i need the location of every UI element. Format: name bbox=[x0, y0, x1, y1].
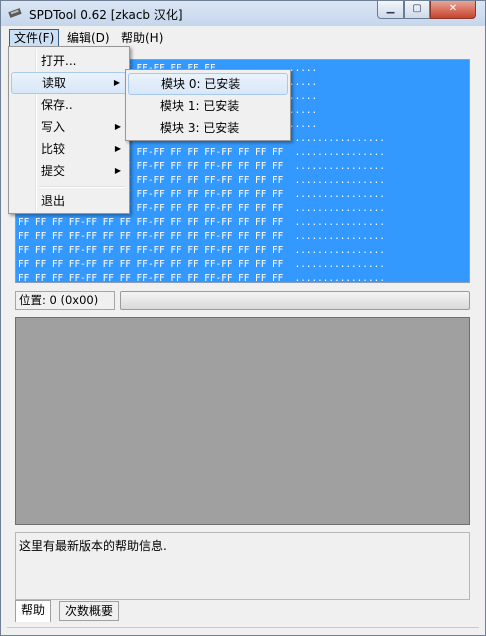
tab-summary[interactable]: 次数概要 bbox=[59, 601, 120, 621]
menu-submit[interactable]: 提交 ▶ bbox=[11, 160, 127, 182]
menu-open[interactable]: 打开... bbox=[11, 50, 127, 72]
close-button[interactable]: ✕ bbox=[430, 1, 476, 19]
menu-save[interactable]: 保存.. bbox=[11, 94, 127, 116]
submenu-module-0-label: 模块 0: 已安装 bbox=[161, 77, 241, 91]
menu-save-label: 保存.. bbox=[41, 98, 73, 112]
submenu-module-3-label: 模块 3: 已安装 bbox=[160, 121, 240, 135]
hex-row: FF FF FF FF-FF FF FF FF-FF FF FF FF-FF F… bbox=[18, 273, 385, 283]
maximize-icon: ▢ bbox=[412, 3, 422, 14]
window-title: SPDTool 0.62 [zkacb 汉化] bbox=[29, 8, 183, 22]
position-readout: 位置: 0 (0x00) bbox=[15, 291, 115, 310]
menu-exit-label: 退出 bbox=[41, 194, 66, 208]
menu-exit[interactable]: 退出 bbox=[11, 190, 127, 212]
hex-row: FF FF FF FF-FF FF FF FF-FF FF FF FF-FF F… bbox=[18, 259, 385, 270]
submenu-arrow-icon: ▶ bbox=[113, 78, 120, 87]
submenu-arrow-icon: ▶ bbox=[114, 166, 121, 175]
app-icon bbox=[8, 8, 22, 18]
menu-read-label: 读取 bbox=[42, 76, 67, 90]
hex-row: FF FF FF FF-FF FF FF FF-FF FF FF FF-FF F… bbox=[18, 231, 385, 242]
menu-compare[interactable]: 比较 ▶ bbox=[11, 138, 127, 160]
menu-write[interactable]: 写入 ▶ bbox=[11, 116, 127, 138]
menu-bar: 文件(F) 编辑(D) 帮助(H) bbox=[7, 28, 479, 48]
read-submenu: 模块 0: 已安装 模块 1: 已安装 模块 3: 已安装 bbox=[125, 69, 291, 141]
submenu-arrow-icon: ▶ bbox=[114, 122, 121, 131]
submenu-arrow-icon: ▶ bbox=[114, 144, 121, 153]
menu-submit-label: 提交 bbox=[41, 164, 66, 178]
submenu-module-3[interactable]: 模块 3: 已安装 bbox=[128, 117, 288, 139]
menu-edit[interactable]: 编辑(D) bbox=[63, 30, 114, 47]
submenu-module-1-label: 模块 1: 已安装 bbox=[160, 99, 240, 113]
divider bbox=[7, 627, 479, 628]
menu-write-label: 写入 bbox=[41, 120, 66, 134]
help-text: 这里有最新版本的帮助信息. bbox=[19, 539, 167, 553]
tab-help[interactable]: 帮助 bbox=[15, 600, 52, 622]
menu-separator bbox=[39, 186, 125, 188]
menu-compare-label: 比较 bbox=[41, 142, 66, 156]
output-area bbox=[15, 317, 470, 525]
submenu-module-1[interactable]: 模块 1: 已安装 bbox=[128, 95, 288, 117]
menu-open-label: 打开... bbox=[41, 54, 77, 68]
hex-row: FF FF FF FF-FF FF FF FF-FF FF FF FF-FF F… bbox=[18, 245, 385, 256]
progress-bar bbox=[120, 291, 470, 310]
file-menu: 打开... 读取 ▶ 保存.. 写入 ▶ 比较 ▶ 提交 ▶ 退出 bbox=[8, 46, 130, 214]
submenu-module-0[interactable]: 模块 0: 已安装 bbox=[128, 73, 288, 95]
menu-help[interactable]: 帮助(H) bbox=[117, 30, 167, 47]
close-icon: ✕ bbox=[448, 3, 458, 14]
minimize-icon: ▁ bbox=[386, 3, 395, 14]
title-bar[interactable]: SPDTool 0.62 [zkacb 汉化] ▁ ▢ ✕ bbox=[1, 1, 485, 26]
minimize-button[interactable]: ▁ bbox=[377, 1, 404, 19]
hex-row: FF FF FF FF-FF FF FF FF-FF FF FF FF-FF F… bbox=[18, 217, 385, 228]
menu-read[interactable]: 读取 ▶ bbox=[11, 72, 127, 94]
maximize-button[interactable]: ▢ bbox=[404, 1, 430, 19]
help-panel: 这里有最新版本的帮助信息. bbox=[15, 532, 470, 600]
